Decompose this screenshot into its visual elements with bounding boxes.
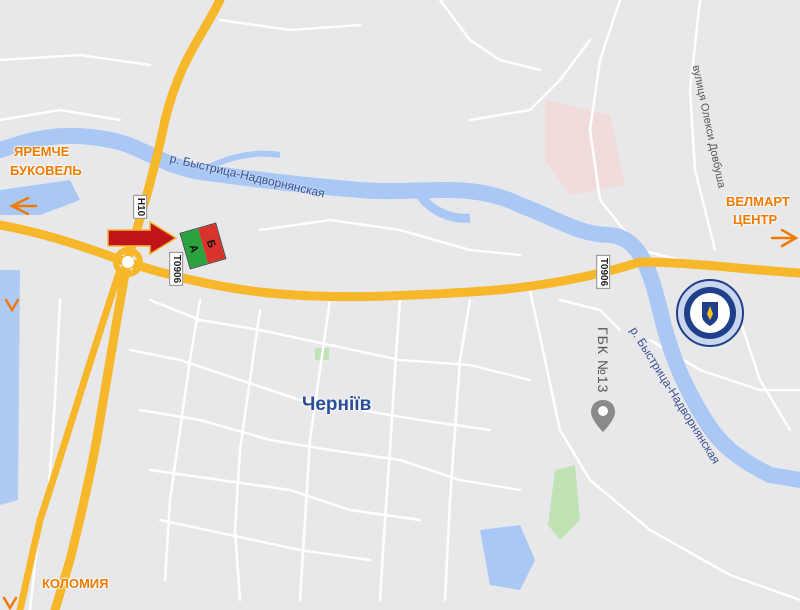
- destination-velmart-line1: ВЕЛМАРТ: [726, 194, 790, 209]
- city-label: Черніїв: [302, 394, 372, 415]
- road-shield-t0906-east: Т0906: [596, 254, 611, 290]
- destination-kolomyia: КОЛОМИЯ: [42, 576, 109, 591]
- road-shield-h10: Н10: [133, 194, 148, 220]
- service-center-emblem-icon[interactable]: [675, 278, 745, 348]
- road-shield-t0906-west: Т0906: [169, 251, 184, 287]
- destination-velmart-line2: ЦЕНТР: [733, 212, 778, 227]
- map-canvas[interactable]: А Б ЯРЕМЧЕ БУКОВЕЛЬ КОЛОМИЯ ВЕЛМАРТ ЦЕНТ…: [0, 0, 800, 610]
- poi-label[interactable]: ГБК №13: [595, 327, 611, 393]
- destination-yaremche: ЯРЕМЧЕ: [14, 144, 70, 159]
- destination-bukovel: БУКОВЕЛЬ: [10, 163, 82, 178]
